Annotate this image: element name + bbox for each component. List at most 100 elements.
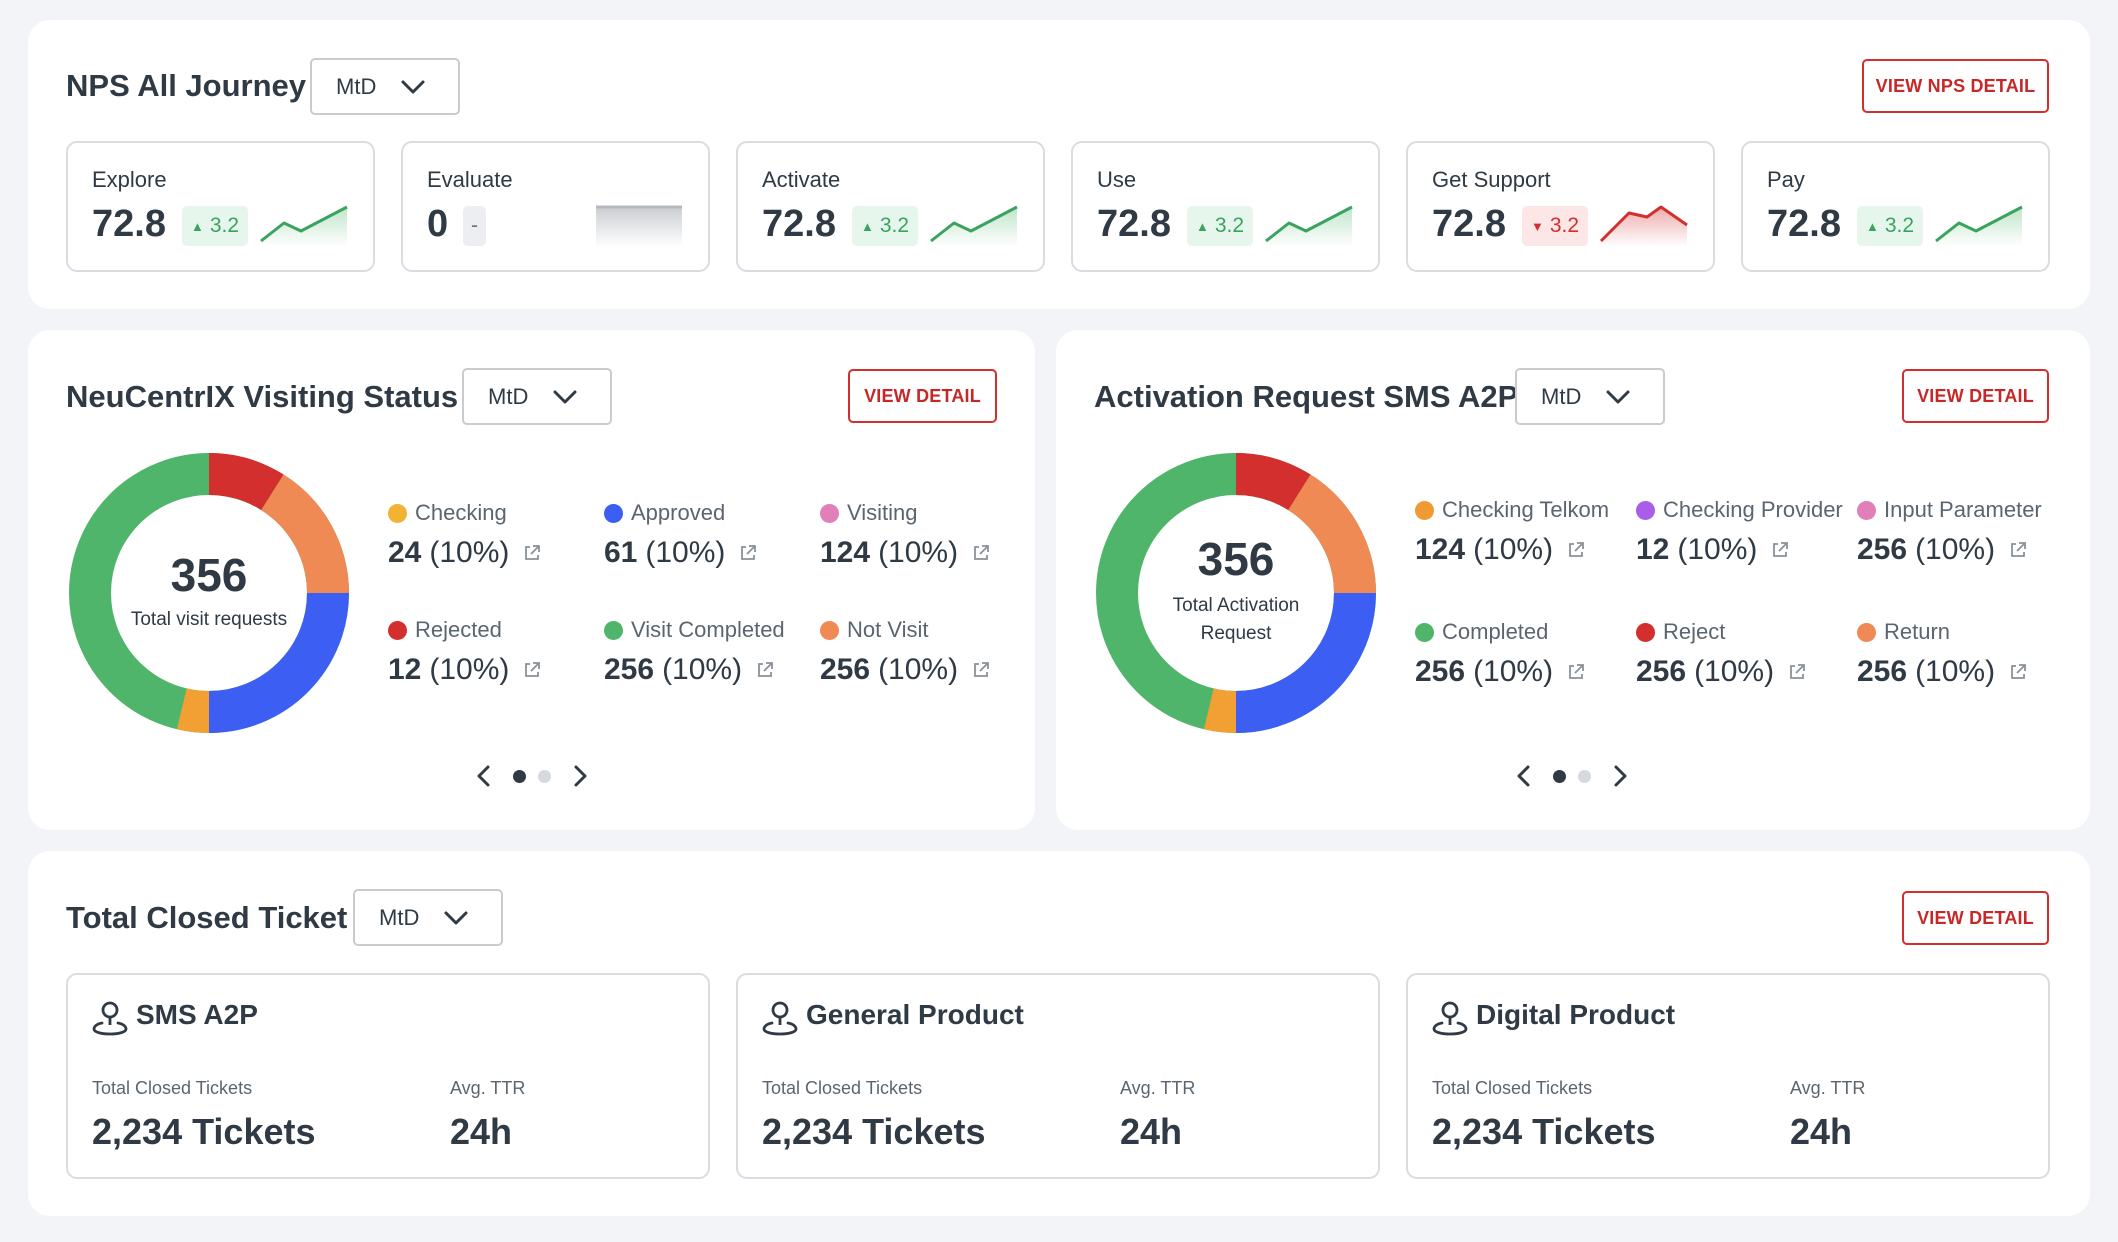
visiting-period-value: MtD [488, 383, 529, 409]
chevron-down-icon [401, 80, 425, 94]
legend-percent: (10%) [1915, 533, 1996, 566]
stat-label: Activate [762, 167, 841, 192]
legend-item-checking-telkom: Checking Telkom 124 (10%) [1415, 497, 1609, 567]
visiting-pager [473, 763, 591, 789]
nps-period-dropdown[interactable]: MtD [310, 58, 460, 115]
stat-value: 72.8 [1097, 203, 1171, 245]
legend-dot [1857, 500, 1876, 520]
external-link-icon[interactable] [1771, 541, 1789, 559]
external-link-icon[interactable] [739, 544, 757, 562]
external-link-icon[interactable] [1567, 541, 1585, 559]
legend-item-rejected: Rejected 12 (10%) [388, 617, 541, 687]
legend-percent: (10%) [1473, 655, 1554, 688]
pager-dot-active[interactable] [513, 769, 526, 783]
chevron-left-icon[interactable] [473, 763, 495, 789]
legend-value: 256 [1857, 533, 1908, 566]
legend-item-return: Return 256 (10%) [1857, 619, 2027, 689]
legend-label: Return [1884, 619, 1951, 644]
chevron-right-icon[interactable] [1609, 763, 1631, 789]
trend-badge: ▲ 3.2 [1187, 206, 1254, 246]
external-link-icon[interactable] [2009, 541, 2027, 559]
sparkline-up [1265, 205, 1353, 247]
ticket-card-sms-a2p[interactable]: SMS A2P Total Closed Tickets 2,234 Ticke… [66, 973, 710, 1179]
trend-value: 3.2 [1549, 214, 1580, 237]
legend-item-reject: Reject 256 (10%) [1636, 619, 1806, 689]
tickets-view-detail-button[interactable]: VIEW DETAIL [1902, 891, 2049, 945]
legend-percent: (10%) [1915, 655, 1996, 688]
chevron-left-icon[interactable] [1513, 763, 1535, 789]
nps-card-pay[interactable]: Pay 72.8 ▲ 3.2 [1741, 141, 2050, 272]
legend-label: Input Parameter [1884, 497, 2042, 522]
ticket-card-general-product[interactable]: General Product Total Closed Tickets 2,2… [736, 973, 1380, 1179]
legend-value: 12 [388, 653, 422, 686]
arrow-down-icon: ▼ [1531, 218, 1544, 234]
avg-ttr-label: Avg. TTR [450, 1078, 526, 1098]
donut-segment-red [208, 453, 284, 511]
chevron-right-icon[interactable] [569, 763, 591, 789]
nps-card-get-support[interactable]: Get Support 72.8 ▼ 3.2 [1406, 141, 1715, 272]
legend-value: 124 [820, 536, 871, 569]
chevron-down-icon [444, 911, 468, 925]
trend-value: - [471, 214, 478, 237]
pager-dot[interactable] [538, 769, 551, 783]
external-link-icon[interactable] [523, 661, 541, 679]
avg-ttr-value: 24h [1120, 1111, 1183, 1152]
tickets-period-dropdown[interactable]: MtD [353, 889, 503, 946]
pager-dot-active[interactable] [1553, 769, 1566, 783]
nps-card-evaluate[interactable]: Evaluate 0 - [401, 141, 710, 272]
stat-value: 72.8 [762, 203, 836, 245]
nps-card-explore[interactable]: Explore 72.8 ▲ 3.2 [66, 141, 375, 272]
ticket-card-title: SMS A2P [136, 999, 258, 1030]
legend-dot [388, 503, 407, 523]
location-user-icon [92, 1001, 128, 1036]
closed-tickets-label: Total Closed Tickets [762, 1078, 923, 1098]
stat-label: Get Support [1432, 167, 1551, 192]
activation-title: Activation Request SMS A2P [1094, 379, 1519, 414]
sparkline-down [1599, 205, 1688, 247]
nps-period-value: MtD [336, 73, 377, 99]
legend-label: Reject [1663, 619, 1726, 644]
activation-period-dropdown[interactable]: MtD [1515, 368, 1665, 425]
external-link-icon[interactable] [1567, 663, 1585, 681]
activation-total-label-1: Total Activation [1172, 595, 1300, 616]
legend-percent: (10%) [662, 653, 743, 686]
pager-dot[interactable] [1578, 769, 1591, 783]
avg-ttr-value: 24h [1790, 1111, 1853, 1152]
nps-card-use[interactable]: Use 72.8 ▲ 3.2 [1071, 141, 1380, 272]
chevron-down-icon [1606, 390, 1630, 404]
external-link-icon[interactable] [972, 661, 990, 679]
external-link-icon[interactable] [1788, 663, 1806, 681]
activation-view-detail-button[interactable]: VIEW DETAIL [1902, 369, 2049, 423]
legend-value: 12 [1636, 533, 1670, 566]
stat-value: 72.8 [1767, 203, 1841, 245]
legend-label: Checking Telkom [1442, 497, 1610, 522]
arrow-up-icon: ▲ [861, 218, 874, 234]
chevron-down-icon [553, 390, 577, 404]
legend-item-input-parameter: Input Parameter 256 (10%) [1857, 497, 2042, 567]
visiting-period-dropdown[interactable]: MtD [462, 368, 612, 425]
legend-label: Approved [631, 500, 726, 525]
legend-label: Checking Provider [1663, 497, 1843, 522]
sparkline-up [260, 205, 348, 247]
nps-card-activate[interactable]: Activate 72.8 ▲ 3.2 [736, 141, 1045, 272]
trend-badge: ▲ 3.2 [1857, 206, 1924, 246]
stat-value: 72.8 [92, 203, 166, 245]
stat-value: 72.8 [1432, 203, 1506, 245]
external-link-icon[interactable] [2009, 663, 2027, 681]
activation-pager [1513, 763, 1631, 789]
external-link-icon[interactable] [523, 544, 541, 562]
external-link-icon[interactable] [756, 661, 774, 679]
visiting-total: 356 [170, 549, 248, 601]
trend-value: 3.2 [879, 214, 910, 237]
visiting-view-detail-button[interactable]: VIEW DETAIL [848, 369, 997, 423]
donut-segment-yellow [1203, 688, 1237, 733]
activation-donut-center: 356 Total Activation Request [1136, 532, 1336, 648]
closed-tickets-label: Total Closed Tickets [92, 1078, 253, 1098]
avg-ttr-label: Avg. TTR [1790, 1078, 1866, 1098]
legend-percent: (10%) [429, 653, 510, 686]
view-nps-detail-button[interactable]: VIEW NPS DETAIL [1862, 59, 2049, 113]
legend-label: Rejected [415, 617, 502, 642]
legend-dot [604, 503, 623, 523]
external-link-icon[interactable] [972, 544, 990, 562]
ticket-card-digital-product[interactable]: Digital Product Total Closed Tickets 2,2… [1406, 973, 2050, 1179]
